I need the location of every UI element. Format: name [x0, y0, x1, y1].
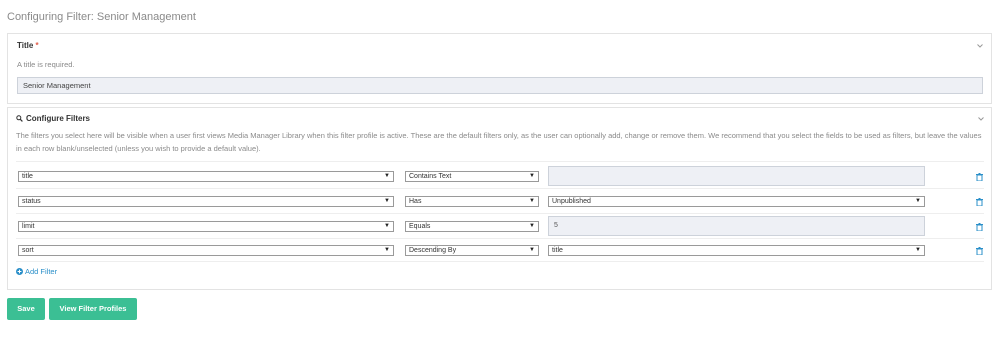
select-arrow-icon: ▼	[529, 173, 535, 179]
configure-filters-label: Configure Filters	[16, 114, 90, 123]
field-select-value: title	[22, 173, 33, 180]
search-icon	[16, 115, 23, 122]
operator-select[interactable]: Equals ▼	[405, 221, 539, 232]
trash-icon[interactable]	[976, 223, 983, 231]
page-title: Configuring Filter: Senior Management	[7, 11, 196, 23]
chevron-down-icon[interactable]	[977, 115, 985, 123]
add-filter-label: Add Filter	[25, 267, 58, 276]
row-divider	[16, 238, 984, 239]
value-select[interactable]: Unpublished ▼	[548, 196, 925, 207]
title-label-text: Title	[17, 41, 34, 50]
title-panel: Title * A title is required. Senior Mana…	[7, 33, 992, 104]
configure-filters-text: Configure Filters	[26, 114, 91, 123]
title-help-text: A title is required.	[17, 60, 75, 69]
operator-select-value: Contains Text	[409, 173, 452, 180]
field-select-value: status	[22, 198, 41, 205]
trash-icon[interactable]	[976, 247, 983, 255]
select-arrow-icon: ▼	[529, 198, 535, 204]
select-arrow-icon: ▼	[384, 223, 390, 229]
row-divider	[16, 213, 984, 214]
field-select[interactable]: status ▼	[18, 196, 394, 207]
save-button[interactable]: Save	[7, 298, 45, 320]
field-select-value: sort	[22, 247, 34, 254]
operator-select[interactable]: Contains Text ▼	[405, 171, 539, 182]
select-arrow-icon: ▼	[384, 173, 390, 179]
select-arrow-icon: ▼	[529, 223, 535, 229]
operator-select-value: Has	[409, 198, 422, 205]
field-select[interactable]: sort ▼	[18, 245, 394, 256]
operator-select-value: Equals	[409, 223, 431, 230]
operator-select-value: Descending By	[409, 247, 457, 254]
row-divider	[16, 261, 984, 262]
value-select[interactable]: title ▼	[548, 245, 925, 256]
operator-select[interactable]: Has ▼	[405, 196, 539, 207]
add-filter-link[interactable]: Add Filter	[16, 267, 57, 276]
trash-icon[interactable]	[976, 173, 983, 181]
row-divider	[16, 161, 984, 162]
select-arrow-icon: ▼	[384, 198, 390, 204]
field-select[interactable]: limit ▼	[18, 221, 394, 232]
value-input[interactable]: 5	[548, 216, 925, 236]
field-select[interactable]: title ▼	[18, 171, 394, 182]
select-arrow-icon: ▼	[915, 198, 921, 204]
select-arrow-icon: ▼	[384, 247, 390, 253]
operator-select[interactable]: Descending By ▼	[405, 245, 539, 256]
chevron-down-icon[interactable]	[976, 42, 984, 50]
value-input[interactable]	[548, 166, 925, 186]
view-filter-profiles-button[interactable]: View Filter Profiles	[49, 298, 137, 320]
trash-icon[interactable]	[976, 198, 983, 206]
filters-help-text: The filters you select here will be visi…	[16, 131, 982, 153]
select-arrow-icon: ▼	[529, 247, 535, 253]
title-label: Title *	[17, 41, 39, 50]
title-input[interactable]: Senior Management	[17, 77, 983, 94]
plus-circle-icon	[16, 268, 23, 275]
required-mark: *	[35, 41, 39, 50]
value-select-value: title	[552, 247, 563, 254]
field-select-value: limit	[22, 223, 35, 230]
select-arrow-icon: ▼	[915, 247, 921, 253]
row-divider	[16, 188, 984, 189]
value-select-value: Unpublished	[552, 198, 591, 205]
